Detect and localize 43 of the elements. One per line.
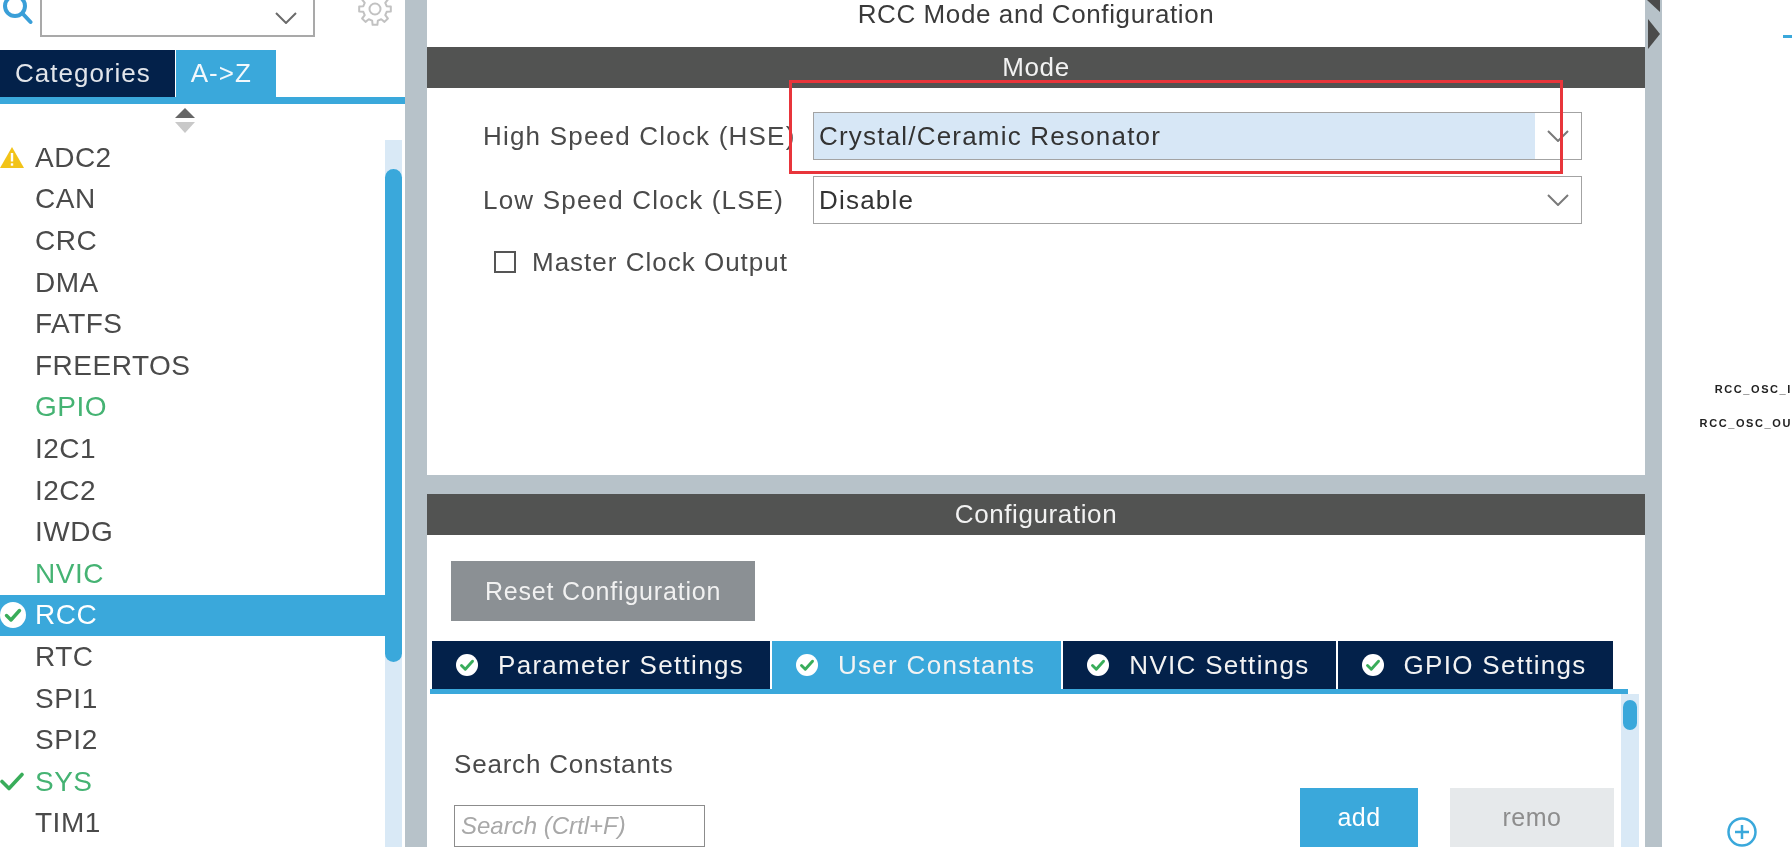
settings-tab[interactable]: GPIO Settings	[1337, 641, 1613, 689]
settings-icon[interactable]	[355, 0, 395, 27]
peripheral-item[interactable]: SPI1	[0, 677, 385, 720]
peripheral-item[interactable]: RTC	[0, 636, 385, 678]
peripheral-item[interactable]: DMA	[0, 261, 385, 304]
search-field[interactable]: Search (Crtl+F)	[454, 805, 705, 847]
settings-tab[interactable]: NVIC Settings	[1063, 641, 1336, 689]
dropdown[interactable]: Crystal/Ceramic Resonator	[813, 112, 1582, 160]
field-label: Low Speed Clock (LSE)	[483, 184, 786, 216]
peripheral-item[interactable]: FREERTOS	[0, 344, 385, 387]
checkbox[interactable]	[494, 251, 516, 273]
search-combobox[interactable]	[40, 0, 315, 37]
chevron-down-icon	[1547, 194, 1569, 206]
sort-arrows-icon[interactable]	[175, 108, 195, 133]
section-header: Configuration	[427, 494, 1645, 535]
pin-label: RCC_OSC_OU	[1699, 416, 1792, 430]
checkbox-label: Master Clock Output	[532, 246, 788, 278]
chevron-down-icon	[275, 11, 297, 24]
check-circle-icon	[0, 602, 26, 629]
peripheral-item[interactable]: I2C1	[0, 428, 385, 470]
section-header: Mode	[427, 47, 1645, 88]
zoom-in-icon[interactable]	[1727, 817, 1757, 847]
panel-title: RCC Mode and Configuration	[856, 0, 1216, 31]
peripheral-item[interactable]: FATFS	[0, 303, 385, 345]
peripheral-item[interactable]: CAN	[0, 178, 385, 221]
search-label: Search Constants	[454, 750, 675, 778]
triangle-icon[interactable]	[1645, 0, 1660, 12]
peripheral-item[interactable]: IWDG	[0, 511, 385, 553]
check-icon	[0, 772, 24, 792]
scrollbar-thumb[interactable]	[385, 169, 402, 662]
peripheral-item[interactable]: SPI2	[0, 719, 385, 761]
pin-label: RCC_OSC_I	[1714, 382, 1792, 396]
search-icon[interactable]	[0, 0, 33, 25]
triangle-icon[interactable]	[1645, 19, 1660, 49]
chevron-down-icon	[1547, 130, 1569, 142]
peripheral-item[interactable]: ADC2	[0, 137, 385, 179]
peripheral-item[interactable]: TIM1	[0, 802, 385, 845]
sidebar-tab[interactable]: Categories	[0, 50, 175, 97]
settings-tab[interactable]: Parameter Settings	[432, 641, 770, 689]
dropdown[interactable]: Disable	[813, 176, 1582, 224]
peripheral-item[interactable]: I2C2	[0, 469, 385, 512]
peripheral-item[interactable]: CRC	[0, 220, 385, 262]
scrollbar-thumb[interactable]	[1623, 700, 1637, 730]
